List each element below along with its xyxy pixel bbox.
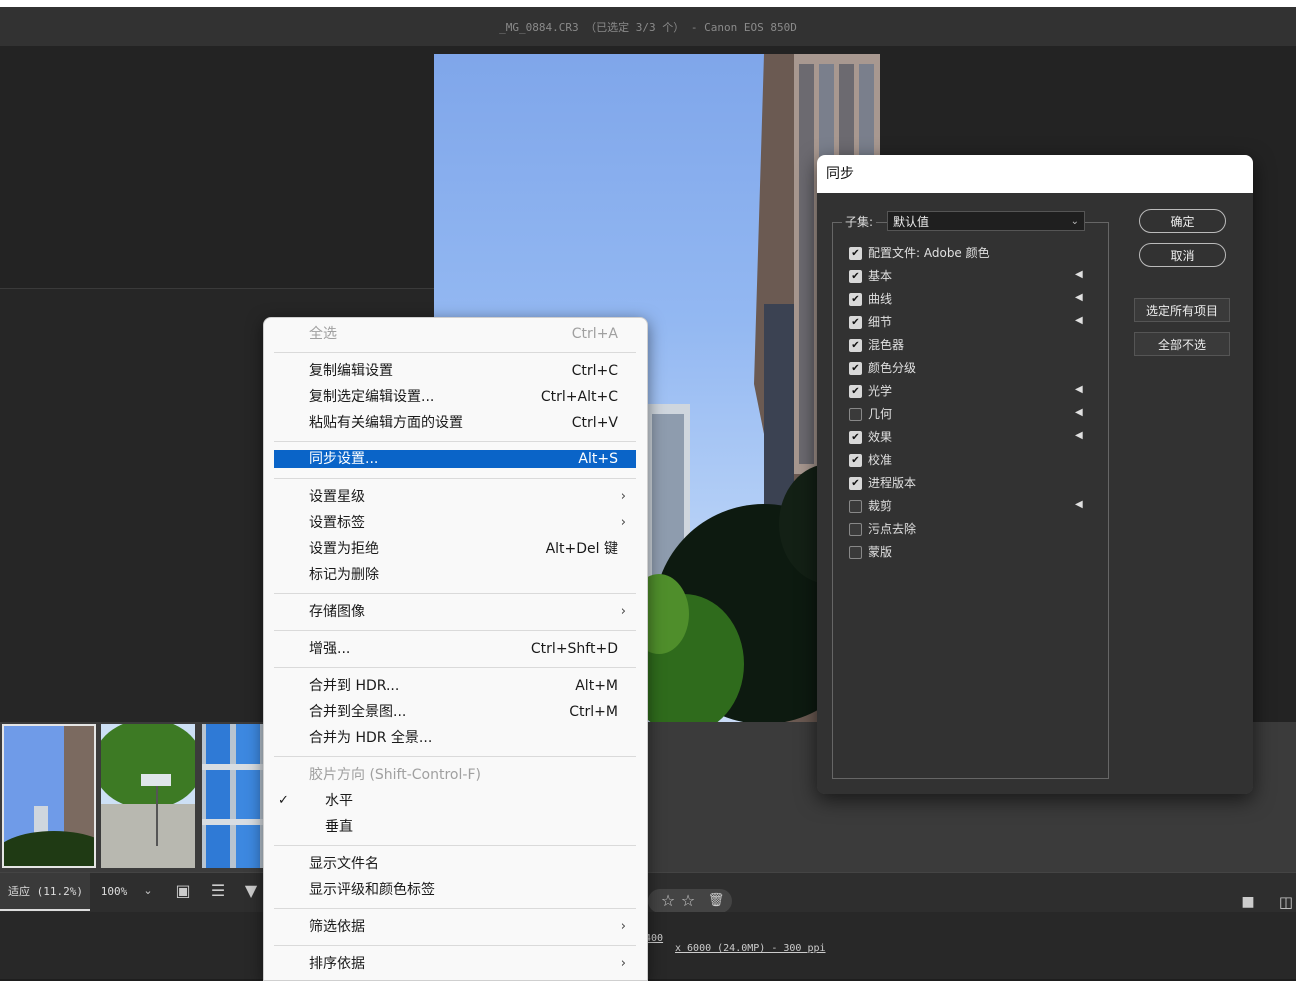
star-icon[interactable]: ☆ [677, 890, 699, 912]
window-title: _MG_0884.CR3 （已选定 3/3 个） - Canon EOS 850… [499, 21, 797, 34]
trash-icon[interactable]: 🗑 [705, 890, 727, 912]
expand-arrow-icon[interactable]: ◀ [1075, 430, 1083, 441]
zoom-fit-button[interactable]: 适应 (11.2%) [0, 873, 90, 911]
checkbox-box: ✔ [849, 362, 862, 375]
menu-item-sync-settings[interactable]: 同步设置... Alt+S [274, 450, 636, 468]
menu-item-copy-selected-settings[interactable]: 复制选定编辑设置... Ctrl+Alt+C [274, 387, 636, 407]
image-info-link[interactable]: x 6000 (24.0MP) - 300 ppi [675, 943, 826, 954]
expand-arrow-icon[interactable]: ◀ [1075, 407, 1083, 418]
menu-item-vertical[interactable]: 垂直 [274, 817, 636, 837]
menu-item-sort-by[interactable]: 排序依据 › [274, 954, 636, 974]
subset-select[interactable]: 默认值 ⌄ [887, 211, 1085, 231]
menu-separator [274, 667, 636, 668]
sync-dialog: 同步 子集: 默认值 ⌄ ✔ 配置文件: Adobe 颜色 ✔ 基本 ◀ ✔ 曲… [817, 155, 1253, 794]
expand-arrow-icon[interactable]: ◀ [1075, 315, 1083, 326]
menu-item-set-rating[interactable]: 设置星级 › [274, 487, 636, 507]
checkbox-box: ✔ [849, 316, 862, 329]
compare-icon[interactable]: ▣ [172, 880, 194, 902]
expand-arrow-icon[interactable]: ◀ [1075, 384, 1083, 395]
select-all-button[interactable]: 选定所有项目 [1134, 298, 1230, 322]
checkbox-box [849, 546, 862, 559]
title-bar: _MG_0884.CR3 （已选定 3/3 个） - Canon EOS 850… [0, 0, 1296, 46]
menu-separator [274, 593, 636, 594]
checkbox-box: ✔ [849, 431, 862, 444]
menu-separator [274, 908, 636, 909]
chevron-right-icon: › [620, 604, 626, 619]
chevron-down-icon: ⌄ [1070, 216, 1079, 227]
chevron-right-icon: › [620, 956, 626, 971]
split-view-icon[interactable]: ◫ [1275, 891, 1296, 913]
menu-item-save-image[interactable]: 存储图像 › [274, 602, 636, 622]
checkbox-box: ✔ [849, 247, 862, 260]
zoom-dropdown-icon[interactable]: ⌄ [137, 880, 159, 902]
sort-icon[interactable]: ☰ [207, 880, 229, 902]
menu-item-filter-by[interactable]: 筛选依据 › [274, 917, 636, 937]
bottom-toolbar [0, 872, 1296, 913]
checkbox-box: ✔ [849, 454, 862, 467]
cancel-button[interactable]: 取消 [1139, 243, 1226, 267]
menu-separator [274, 478, 636, 479]
context-menu: 全选 Ctrl+A 复制编辑设置 Ctrl+C 复制选定编辑设置... Ctrl… [263, 317, 648, 981]
single-view-icon[interactable]: ■ [1237, 891, 1259, 913]
menu-item-copy-settings[interactable]: 复制编辑设置 Ctrl+C [274, 361, 636, 381]
menu-item-set-reject[interactable]: 设置为拒绝 Alt+Del 键 [274, 539, 636, 559]
star-icon[interactable]: ☆ [657, 890, 679, 912]
expand-arrow-icon[interactable]: ◀ [1075, 499, 1083, 510]
menu-item-show-rating-labels[interactable]: 显示评级和颜色标签 [274, 880, 636, 900]
menu-item-mark-delete[interactable]: 标记为删除 [274, 565, 636, 585]
filmstrip-thumbnail[interactable] [202, 724, 264, 868]
select-none-button[interactable]: 全部不选 [1134, 332, 1230, 356]
menu-item-merge-hdr-panorama[interactable]: 合并为 HDR 全景... [274, 728, 636, 748]
chevron-right-icon: › [620, 919, 626, 934]
chevron-right-icon: › [620, 489, 626, 504]
checkbox-box [849, 500, 862, 513]
checkbox-box: ✔ [849, 339, 862, 352]
chevron-right-icon: › [620, 515, 626, 530]
menu-item-set-label[interactable]: 设置标签 › [274, 513, 636, 533]
checkmark-icon: ✓ [278, 793, 289, 808]
checkbox-box: ✔ [849, 477, 862, 490]
filmstrip-thumbnail[interactable] [2, 724, 96, 868]
menu-item-show-filename[interactable]: 显示文件名 [274, 854, 636, 874]
menu-separator [274, 945, 636, 946]
checkbox-box: ✔ [849, 385, 862, 398]
filmstrip-thumbnail[interactable] [101, 724, 195, 868]
ok-button[interactable]: 确定 [1139, 209, 1226, 233]
status-bar [0, 912, 1296, 979]
filter-icon[interactable]: ▼ [240, 880, 262, 902]
zoom-100-button[interactable]: 100% [92, 873, 136, 911]
menu-item-horizontal[interactable]: ✓ 水平 [274, 791, 636, 811]
menu-separator [274, 352, 636, 353]
expand-arrow-icon[interactable]: ◀ [1075, 292, 1083, 303]
menu-item-merge-hdr[interactable]: 合并到 HDR... Alt+M [274, 676, 636, 696]
dialog-title: 同步 [817, 155, 1253, 193]
menu-item-merge-panorama[interactable]: 合并到全景图... Ctrl+M [274, 702, 636, 722]
subset-label: 子集: [842, 213, 877, 230]
menu-separator [274, 756, 636, 757]
menu-item-select-all[interactable]: 全选 Ctrl+A [274, 324, 636, 344]
checkbox-box [849, 408, 862, 421]
expand-arrow-icon[interactable]: ◀ [1075, 269, 1083, 280]
menu-separator [274, 630, 636, 631]
checkbox-box: ✔ [849, 270, 862, 283]
menu-separator [274, 845, 636, 846]
menu-item-enhance[interactable]: 增强... Ctrl+Shft+D [274, 639, 636, 659]
checkbox-box: ✔ [849, 293, 862, 306]
checkbox-box [849, 523, 862, 536]
menu-item-filmstrip-orientation: 胶片方向 (Shift-Control-F) [309, 767, 481, 783]
menu-separator [274, 441, 636, 442]
menu-item-paste-settings[interactable]: 粘贴有关编辑方面的设置 Ctrl+V [274, 413, 636, 433]
